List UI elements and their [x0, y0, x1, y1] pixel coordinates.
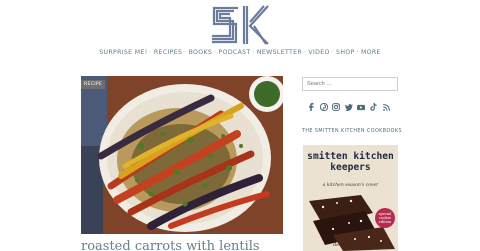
- book-title: smitten kitchen keepers: [307, 151, 394, 173]
- book-sticker: special cookie edition: [375, 208, 395, 228]
- nav-item-shop[interactable]: SHOP: [336, 49, 355, 56]
- nav-item-podcast[interactable]: PODCAST: [219, 49, 251, 56]
- search-input[interactable]: [302, 77, 398, 91]
- book-author: deb perelman: [333, 242, 368, 248]
- tiktok-icon[interactable]: [370, 103, 378, 111]
- nav-item-more[interactable]: MORE: [361, 49, 381, 56]
- twitter-icon[interactable]: [344, 103, 353, 111]
- post-hero-image[interactable]: [81, 76, 283, 234]
- rss-icon[interactable]: [383, 103, 391, 111]
- nav-item-books[interactable]: BOOKS: [189, 49, 213, 56]
- instagram-icon[interactable]: [332, 103, 341, 111]
- nav-item-newsletter[interactable]: NEWSLETTER: [257, 49, 302, 56]
- main-nav: SURPRISE ME! · RECIPES · BOOKS · PODCAST · NEWSL…: [0, 49, 480, 56]
- nav-item-recipes[interactable]: RECIPES: [154, 49, 182, 56]
- social-links: [307, 103, 391, 111]
- post-category-badge[interactable]: RECIPE: [81, 80, 106, 89]
- facebook-icon[interactable]: [307, 103, 315, 111]
- nav-item-video[interactable]: VIDEO: [308, 49, 329, 56]
- youtube-icon[interactable]: [357, 103, 366, 111]
- pinterest-icon[interactable]: [319, 103, 328, 111]
- book-subtitle: a kitchen season's cover: [322, 183, 379, 188]
- post-title[interactable]: roasted carrots with lentils: [81, 239, 260, 251]
- site-logo[interactable]: [208, 2, 272, 46]
- nav-item-surprise-me[interactable]: SURPRISE ME!: [99, 49, 147, 56]
- cookbook-cover[interactable]: smitten kitchen keepers a kitchen season…: [303, 145, 398, 251]
- cookbooks-heading: THE SMITTEN KITCHEN COOKBOOKS: [302, 129, 402, 134]
